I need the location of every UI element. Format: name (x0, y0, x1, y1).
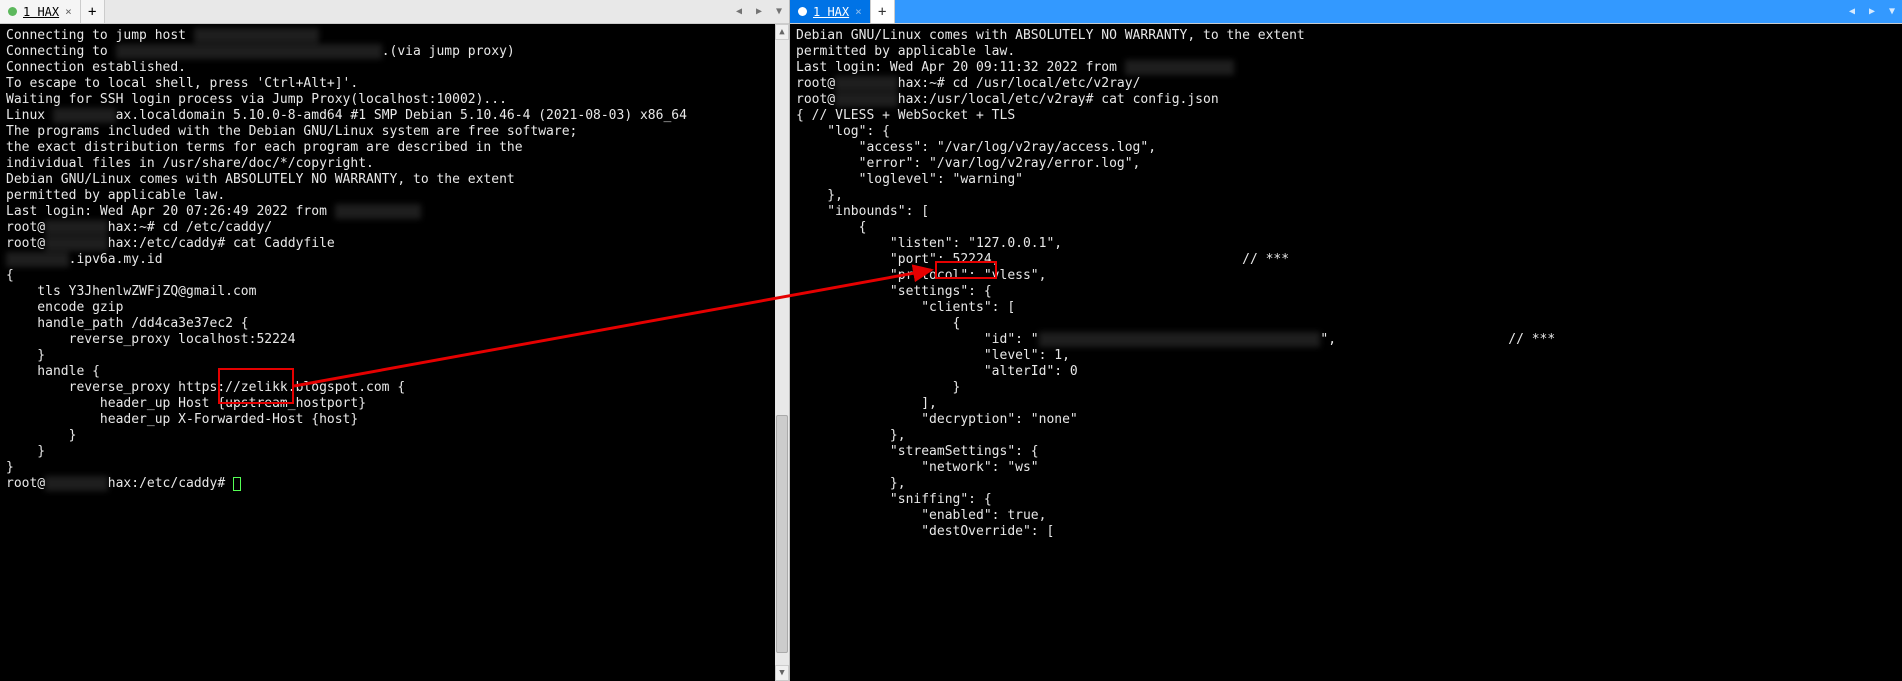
terminal-line: "log": { (796, 124, 1896, 140)
terminal-line: individual files in /usr/share/doc/*/cop… (6, 156, 783, 172)
tab-left-hax[interactable]: 1 HAX × (0, 0, 81, 23)
terminal-line: "enabled": true, (796, 508, 1896, 524)
terminal-line: { (796, 316, 1896, 332)
tab-label: 1 HAX (23, 5, 59, 19)
tab-status-dot-icon (798, 7, 807, 16)
terminal-line: reverse_proxy https://zelikk.blogspot.co… (6, 380, 783, 396)
terminal-line: permitted by applicable law. (6, 188, 783, 204)
terminal-line: Debian GNU/Linux comes with ABSOLUTELY N… (6, 172, 783, 188)
terminal-line: "access": "/var/log/v2ray/access.log", (796, 140, 1896, 156)
close-icon[interactable]: × (855, 5, 862, 18)
terminal-line: "port": 52224, // *** (796, 252, 1896, 268)
tab-dropdown-icon[interactable]: ▼ (769, 0, 789, 23)
new-tab-button[interactable]: + (81, 0, 105, 23)
tab-label: 1 HAX (813, 5, 849, 19)
cursor-icon (233, 477, 241, 491)
terminal-line: "decryption": "none" (796, 412, 1896, 428)
tab-prev-icon[interactable]: ◀ (729, 0, 749, 23)
scrollbar-left[interactable]: ▲ ▼ (775, 24, 789, 681)
terminal-line: root@ hax:~# cd /usr/local/etc/v2ray/ (796, 76, 1896, 92)
scroll-thumb[interactable] (776, 415, 788, 653)
terminal-line: { // VLESS + WebSocket + TLS (796, 108, 1896, 124)
terminal-line: "id": " ", // *** (796, 332, 1896, 348)
terminal-line: } (6, 444, 783, 460)
terminal-line: root@ hax:/etc/caddy# (6, 476, 783, 492)
terminal-line: handle { (6, 364, 783, 380)
terminal-line: "protocol": "vless", (796, 268, 1896, 284)
terminal-line: } (6, 348, 783, 364)
tab-bar-right: 1 HAX × + ◀ ▶ ▼ (790, 0, 1902, 24)
tab-next-icon[interactable]: ▶ (1862, 0, 1882, 23)
terminal-line: Waiting for SSH login process via Jump P… (6, 92, 783, 108)
tab-next-icon[interactable]: ▶ (749, 0, 769, 23)
terminal-line: root@ hax:/etc/caddy# cat Caddyfile (6, 236, 783, 252)
close-icon[interactable]: × (65, 5, 72, 18)
scroll-down-icon[interactable]: ▼ (775, 665, 789, 681)
terminal-line: header_up Host {upstream_hostport} (6, 396, 783, 412)
terminal-line: Connecting to jump host (6, 28, 783, 44)
new-tab-button[interactable]: + (871, 0, 895, 23)
tab-right-hax[interactable]: 1 HAX × (790, 0, 871, 23)
terminal-right[interactable]: Debian GNU/Linux comes with ABSOLUTELY N… (790, 24, 1902, 681)
terminal-line: "sniffing": { (796, 492, 1896, 508)
terminal-line: Last login: Wed Apr 20 09:11:32 2022 fro… (796, 60, 1896, 76)
terminal-line: "alterId": 0 (796, 364, 1896, 380)
terminal-line: To escape to local shell, press 'Ctrl+Al… (6, 76, 783, 92)
tab-nav-controls: ◀ ▶ ▼ (729, 0, 789, 23)
terminal-line: "error": "/var/log/v2ray/error.log", (796, 156, 1896, 172)
terminal-line: permitted by applicable law. (796, 44, 1896, 60)
terminal-line: root@ hax:/usr/local/etc/v2ray# cat conf… (796, 92, 1896, 108)
scroll-track[interactable] (775, 40, 789, 665)
terminal-line: ], (796, 396, 1896, 412)
tab-status-dot-icon (8, 7, 17, 16)
terminal-line: } (6, 460, 783, 476)
terminal-line: encode gzip (6, 300, 783, 316)
terminal-left[interactable]: Connecting to jump host Connecting to .(… (0, 24, 789, 681)
terminal-line: tls Y3JhenlwZWFjZQ@gmail.com (6, 284, 783, 300)
terminal-line: handle_path /dd4ca3e37ec2 { (6, 316, 783, 332)
terminal-line: "listen": "127.0.0.1", (796, 236, 1896, 252)
terminal-line: "inbounds": [ (796, 204, 1896, 220)
terminal-line: header_up X-Forwarded-Host {host} (6, 412, 783, 428)
terminal-line: }, (796, 476, 1896, 492)
terminal-line: "settings": { (796, 284, 1896, 300)
terminal-line: "network": "ws" (796, 460, 1896, 476)
terminal-line: "clients": [ (796, 300, 1896, 316)
terminal-line: "destOverride": [ (796, 524, 1896, 540)
terminal-line: Connection established. (6, 60, 783, 76)
terminal-line: The programs included with the Debian GN… (6, 124, 783, 140)
terminal-line: Last login: Wed Apr 20 07:26:49 2022 fro… (6, 204, 783, 220)
terminal-line: the exact distribution terms for each pr… (6, 140, 783, 156)
terminal-line: root@ hax:~# cd /etc/caddy/ (6, 220, 783, 236)
right-terminal-pane: 1 HAX × + ◀ ▶ ▼ Debian GNU/Linux comes w… (790, 0, 1902, 681)
terminal-line: }, (796, 188, 1896, 204)
left-terminal-pane: 1 HAX × + ◀ ▶ ▼ Connecting to jump host … (0, 0, 790, 681)
scroll-up-icon[interactable]: ▲ (775, 24, 789, 40)
terminal-line: Linux ax.localdomain 5.10.0-8-amd64 #1 S… (6, 108, 783, 124)
terminal-line: reverse_proxy localhost:52224 (6, 332, 783, 348)
terminal-line: .ipv6a.my.id (6, 252, 783, 268)
terminal-line: } (796, 380, 1896, 396)
terminal-line: "loglevel": "warning" (796, 172, 1896, 188)
tab-prev-icon[interactable]: ◀ (1842, 0, 1862, 23)
terminal-line: Debian GNU/Linux comes with ABSOLUTELY N… (796, 28, 1896, 44)
terminal-line: } (6, 428, 783, 444)
terminal-line: { (796, 220, 1896, 236)
tab-nav-controls: ◀ ▶ ▼ (1842, 0, 1902, 23)
terminal-line: "streamSettings": { (796, 444, 1896, 460)
tab-dropdown-icon[interactable]: ▼ (1882, 0, 1902, 23)
terminal-line: { (6, 268, 783, 284)
terminal-line: Connecting to .(via jump proxy) (6, 44, 783, 60)
terminal-line: }, (796, 428, 1896, 444)
terminal-line: "level": 1, (796, 348, 1896, 364)
tab-bar-left: 1 HAX × + ◀ ▶ ▼ (0, 0, 789, 24)
